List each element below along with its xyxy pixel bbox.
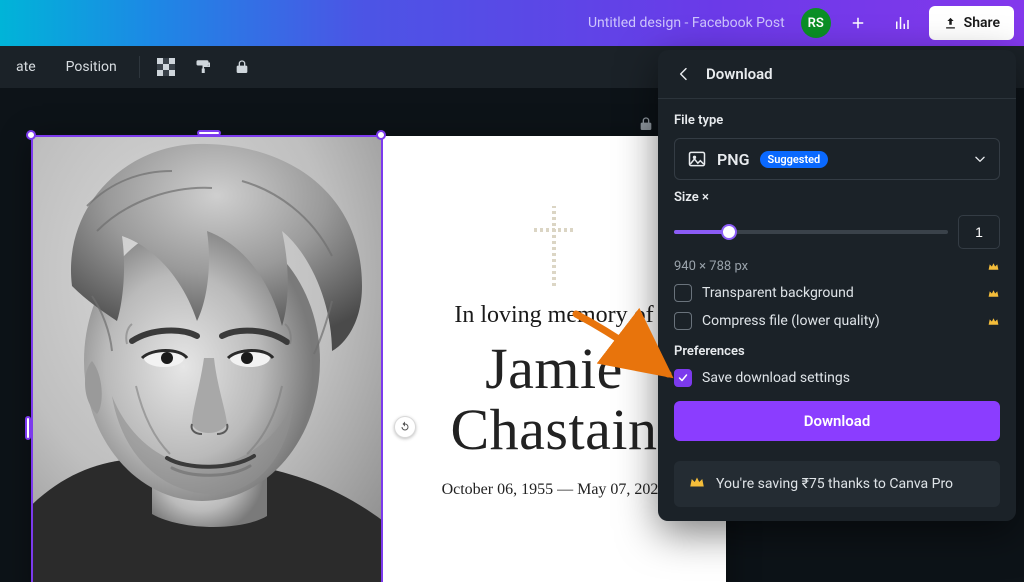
resize-handle-nw[interactable] [26,130,36,140]
crown-icon [986,314,1000,328]
slider-thumb[interactable] [721,224,737,240]
name-line-1: Jamie [485,336,623,401]
transparent-bg-checkbox[interactable] [674,284,692,302]
toolbar-item-left[interactable]: ate [8,53,44,81]
resize-handle-n[interactable] [197,130,221,136]
check-icon [677,372,689,384]
transparent-bg-label: Transparent background [702,285,854,301]
suggested-badge: Suggested [760,151,829,168]
paint-roller-icon [195,58,213,76]
add-button[interactable] [841,7,875,39]
back-button[interactable] [674,64,694,84]
user-avatar[interactable]: RS [801,8,831,38]
cross-icon [534,206,574,286]
position-button[interactable]: Position [58,53,125,81]
share-label: Share [964,15,1000,31]
crown-icon [688,473,706,495]
file-type-value: PNG [717,150,750,169]
memorial-subtitle[interactable]: In loving memory of [454,302,653,329]
download-button-label: Download [804,412,871,430]
file-type-label: File type [674,113,1000,128]
size-label: Size × [674,190,1000,205]
page-lock-icon[interactable] [636,114,656,134]
size-slider[interactable] [674,222,948,242]
savings-banner: You're saving ₹75 thanks to Canva Pro [674,461,1000,507]
design-canvas[interactable]: In loving memory of Jamie Chastain Octob… [32,136,726,582]
dimensions-text: 940 × 788 px [674,259,748,274]
compress-checkbox[interactable] [674,312,692,330]
panel-title: Download [706,65,773,83]
chevron-down-icon [973,152,987,166]
upload-icon [943,16,958,31]
photo-element[interactable] [32,136,382,582]
size-input[interactable] [958,215,1000,249]
name-line-2: Chastain [451,397,658,462]
chevron-left-icon [676,66,692,82]
style-copy-button[interactable] [192,55,216,79]
crown-icon [986,286,1000,300]
download-button[interactable]: Download [674,401,1000,441]
download-panel-header: Download [658,50,1016,99]
resize-handle-w[interactable] [25,416,31,440]
portrait-photo [32,136,382,582]
save-settings-label: Save download settings [702,370,850,386]
save-settings-checkbox[interactable] [674,369,692,387]
checker-icon [157,58,175,76]
file-type-select[interactable]: PNG Suggested [674,138,1000,180]
transparency-button[interactable] [154,55,178,79]
compress-label: Compress file (lower quality) [702,313,880,329]
memorial-dates[interactable]: October 06, 1955 — May 07, 2023 [442,481,667,499]
preferences-label: Preferences [674,344,1000,359]
crown-icon [986,260,1000,274]
plus-icon [849,14,867,32]
memorial-name[interactable]: Jamie Chastain [451,339,658,461]
share-button[interactable]: Share [929,6,1014,40]
lock-icon [234,58,250,76]
analytics-button[interactable] [885,7,919,39]
savings-text: You're saving ₹75 thanks to Canva Pro [716,476,953,492]
document-title[interactable]: Untitled design - Facebook Post [588,15,785,31]
download-panel: Download File type PNG Suggested Size × … [658,50,1016,521]
image-icon [687,149,707,169]
app-topbar: Untitled design - Facebook Post RS Share [0,0,1024,46]
lock-button[interactable] [230,55,254,79]
bar-chart-icon [893,14,911,32]
